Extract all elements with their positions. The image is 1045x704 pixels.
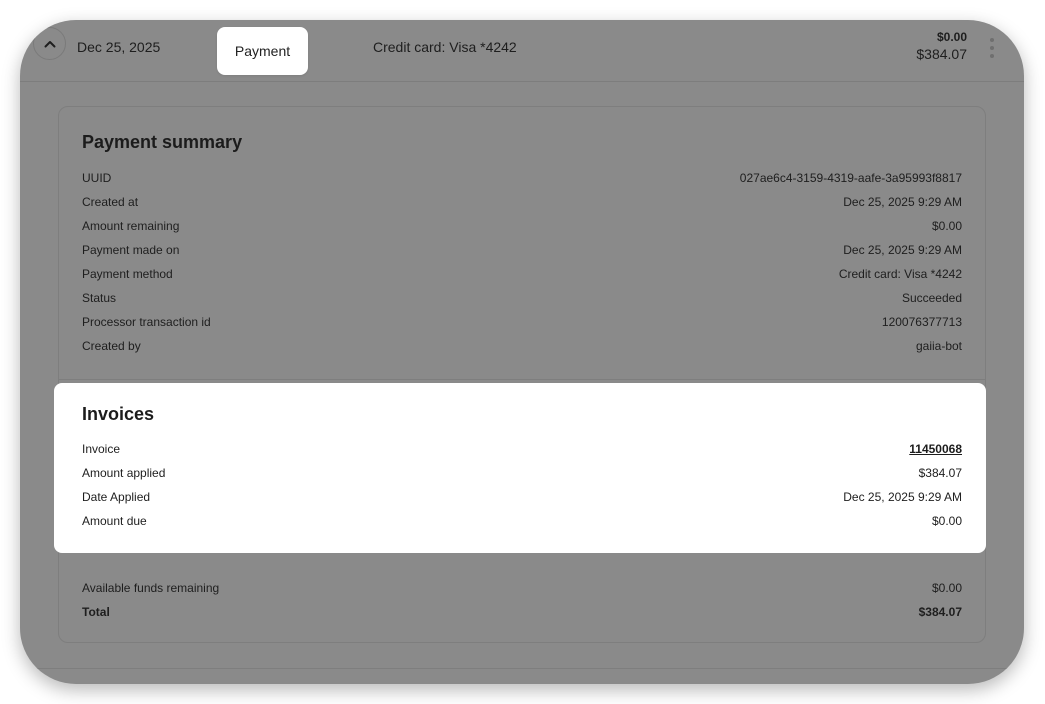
amount-remaining: $0.00: [936, 30, 967, 44]
row-label: Amount remaining: [82, 219, 180, 233]
row-label: Total: [82, 605, 110, 619]
row-label: Payment made on: [82, 243, 180, 257]
kebab-dot: [990, 38, 994, 42]
row-value: $384.07: [918, 605, 962, 619]
row-label: UUID: [82, 171, 112, 185]
row-label: Created at: [82, 195, 139, 209]
row-value: $0.00: [931, 514, 962, 528]
row-label: Created by: [82, 339, 141, 353]
row-value: Credit card: Visa *4242: [838, 267, 962, 281]
row-label: Invoice: [82, 442, 121, 456]
collapse-button[interactable]: [33, 27, 66, 60]
row-value: Dec 25, 2025 9:29 AM: [843, 243, 962, 257]
row-label: Date Applied: [82, 490, 151, 504]
invoice-row-invoice: Invoice 11450068: [82, 437, 962, 461]
kebab-menu-icon[interactable]: [989, 38, 995, 58]
payment-method: Credit card: Visa *4242: [373, 39, 517, 55]
available-funds-row: Available funds remaining $0.00: [82, 576, 962, 600]
row-value: $384.07: [918, 466, 962, 480]
row-value: 120076377713: [881, 315, 962, 329]
invoices-section: Invoices Invoice 11450068 Amount applied…: [54, 383, 986, 553]
row-value: 027ae6c4-3159-4319-aafe-3a95993f8817: [739, 171, 962, 185]
row-label: Amount applied: [82, 466, 166, 480]
row-value: Dec 25, 2025 9:29 AM: [843, 490, 962, 504]
payment-summary-section: Payment summary UUID 027ae6c4-3159-4319-…: [82, 129, 962, 358]
row-value: gaiia-bot: [915, 339, 962, 353]
invoices-title: Invoices: [82, 404, 155, 424]
row-value: $0.00: [931, 581, 962, 595]
total-row: Total $384.07: [82, 600, 962, 624]
summary-row-created-at: Created at Dec 25, 2025 9:29 AM: [82, 190, 962, 214]
totals-section: Available funds remaining $0.00 Total $3…: [82, 576, 962, 624]
payment-summary-title: Payment summary: [82, 132, 243, 152]
invoice-link[interactable]: 11450068: [909, 437, 962, 461]
invoice-row-date-applied: Date Applied Dec 25, 2025 9:29 AM: [82, 485, 962, 509]
row-value: Dec 25, 2025 9:29 AM: [843, 195, 962, 209]
row-value: $0.00: [931, 219, 962, 233]
invoice-row-amount-due: Amount due $0.00: [82, 509, 962, 533]
payment-row-header[interactable]: Dec 25, 2025 Payment Credit card: Visa *…: [20, 20, 1024, 82]
summary-row-payment-method: Payment method Credit card: Visa *4242: [82, 262, 962, 286]
summary-row-processor-transaction-id: Processor transaction id 120076377713: [82, 310, 962, 334]
row-value: Succeeded: [901, 291, 962, 305]
row-label: Processor transaction id: [82, 315, 211, 329]
row-label: Amount due: [82, 514, 147, 528]
row-label: Available funds remaining: [82, 581, 220, 595]
kebab-dot: [990, 54, 994, 58]
payment-row-panel: Dec 25, 2025 Payment Credit card: Visa *…: [20, 20, 1024, 684]
summary-row-status: Status Succeeded: [82, 286, 962, 310]
summary-row-payment-made-on: Payment made on Dec 25, 2025 9:29 AM: [82, 238, 962, 262]
amount-total: $384.07: [916, 46, 967, 62]
payment-type-badge: Payment: [217, 27, 308, 75]
summary-row-created-by: Created by gaiia-bot: [82, 334, 962, 358]
payment-amounts: $0.00 $384.07: [916, 30, 967, 64]
chevron-up-icon: [44, 40, 55, 47]
invoice-row-amount-applied: Amount applied $384.07: [82, 461, 962, 485]
section-divider: [59, 379, 985, 380]
summary-row-uuid: UUID 027ae6c4-3159-4319-aafe-3a95993f881…: [82, 166, 962, 190]
kebab-dot: [990, 46, 994, 50]
row-label: Payment method: [82, 267, 173, 281]
summary-row-amount-remaining: Amount remaining $0.00: [82, 214, 962, 238]
row-label: Status: [82, 291, 117, 305]
payment-details-card: Payment summary UUID 027ae6c4-3159-4319-…: [58, 106, 986, 643]
payment-date: Dec 25, 2025: [77, 39, 161, 55]
row-divider: [34, 668, 1010, 669]
